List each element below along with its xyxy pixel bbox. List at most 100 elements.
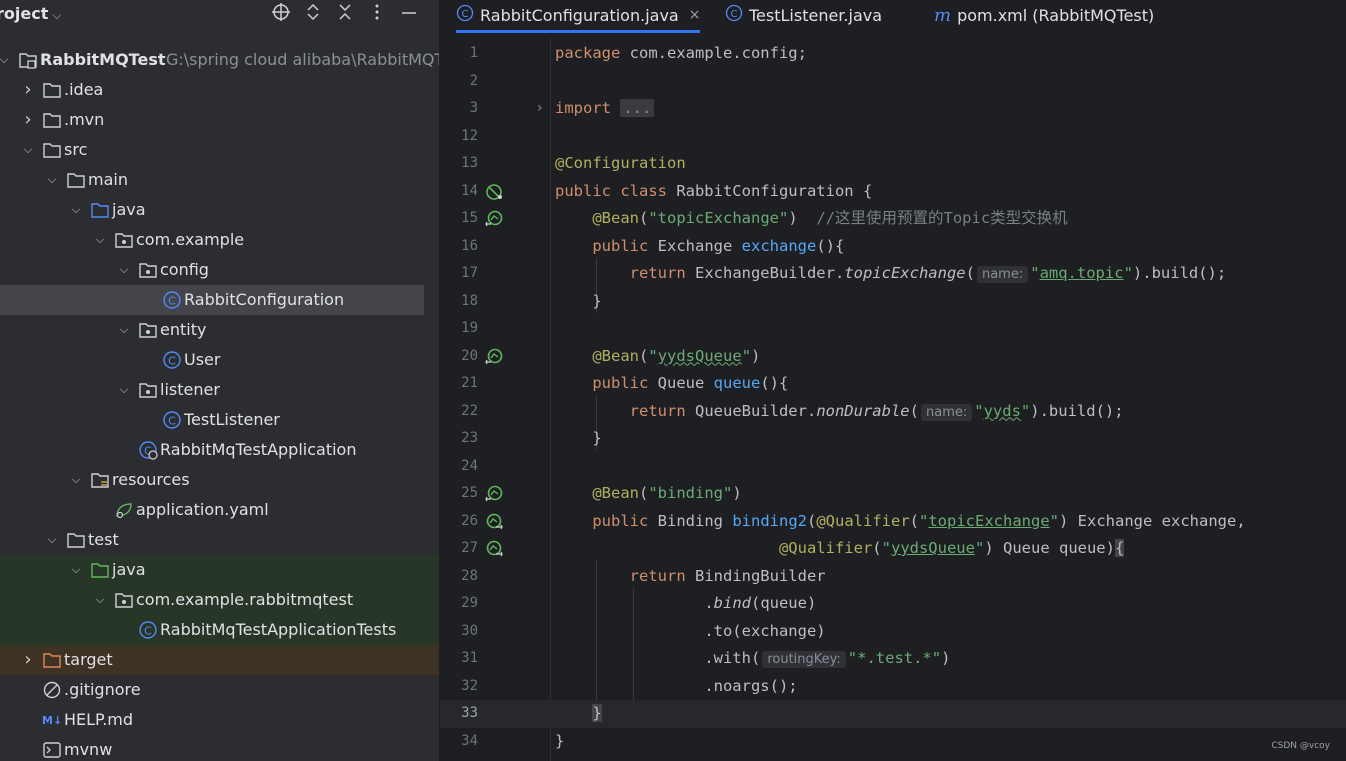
- chevron-down-icon[interactable]: ⌵: [69, 465, 83, 495]
- svg-text:C: C: [168, 355, 176, 368]
- chevron-down-icon[interactable]: ⌵: [117, 255, 131, 285]
- tree-item[interactable]: ⌵ config: [0, 255, 439, 285]
- minimize-icon[interactable]: [393, 2, 425, 28]
- chevron-down-icon[interactable]: ⌵: [69, 195, 83, 225]
- param-hint: name:: [976, 266, 1029, 283]
- more-options-icon[interactable]: [361, 2, 393, 28]
- code-line: 16 public Exchange exchange(){: [461, 236, 845, 255]
- tree-item-label: RabbitConfiguration: [184, 290, 345, 309]
- tree-item-label: test: [88, 530, 119, 549]
- param-hint: name:: [920, 403, 973, 421]
- code-line: 3 › import ...: [440, 95, 1346, 123]
- chevron-down-icon[interactable]: ⌵: [0, 45, 11, 75]
- tree-item-path: G:\spring cloud alibaba\RabbitMQT: [166, 50, 439, 69]
- tree-item[interactable]: ⌵ resources: [0, 465, 439, 495]
- chevron-down-icon[interactable]: ⌵: [117, 375, 131, 405]
- spring-bean-gutter-icon[interactable]: [485, 513, 503, 531]
- tree-item-label: java: [112, 560, 146, 579]
- resources-folder-icon: [90, 470, 110, 490]
- tree-item[interactable]: ⌵ java: [0, 555, 439, 585]
- chevron-down-icon[interactable]: ⌵: [117, 315, 131, 345]
- tree-item-label: com.example: [136, 230, 245, 249]
- code-line: 12: [461, 127, 478, 144]
- tree-item[interactable]: › .mvn: [0, 105, 439, 135]
- chevron-down-icon[interactable]: ⌵: [45, 165, 59, 195]
- tree-item[interactable]: .gitignore: [0, 675, 439, 705]
- module-icon: [18, 50, 38, 70]
- tree-item-label: target: [64, 650, 113, 669]
- svg-text:C: C: [731, 9, 738, 20]
- project-toolbar: [265, 2, 425, 28]
- code-line: 18 }: [461, 291, 602, 310]
- tree-item[interactable]: C RabbitConfiguration: [0, 285, 424, 315]
- folder-icon: [42, 110, 62, 130]
- tree-item[interactable]: C User: [0, 345, 439, 375]
- tree-item[interactable]: C RabbitMqTestApplicationTests: [0, 615, 439, 645]
- tab-pom-xml[interactable]: m pom.xml (RabbitMQTest): [934, 0, 1154, 30]
- chevron-right-icon[interactable]: ›: [21, 75, 35, 105]
- chevron-down-icon[interactable]: ⌵: [93, 225, 107, 255]
- crosshair-icon[interactable]: [265, 2, 297, 28]
- tree-item[interactable]: ⌵ main: [0, 165, 439, 195]
- code-line: 21 public Queue queue(){: [461, 374, 789, 392]
- tree-item-label: java: [112, 200, 146, 219]
- folder-icon: [42, 80, 62, 100]
- chevron-right-icon[interactable]: ›: [21, 645, 35, 675]
- tree-item[interactable]: M↓ HELP.md: [0, 705, 439, 735]
- code-area[interactable]: 1 package com.example.config; 2 3 › import …: [440, 38, 1346, 761]
- code-line: 13 @Configuration: [461, 154, 686, 172]
- tree-item-label: .gitignore: [64, 680, 141, 699]
- package-icon: [138, 320, 158, 340]
- tree-item[interactable]: ⌵ RabbitMQTest G:\spring cloud alibaba\Rab…: [0, 45, 439, 75]
- close-icon[interactable]: ×: [689, 7, 701, 23]
- spring-bean-gutter-icon[interactable]: [485, 540, 503, 558]
- svg-text:C: C: [168, 415, 176, 428]
- tree-item-label: listener: [160, 380, 220, 399]
- tree-item[interactable]: ⌵ test: [0, 525, 439, 555]
- tree-item[interactable]: ⌵ listener: [0, 375, 439, 405]
- spring-bean-gutter-icon[interactable]: [485, 485, 503, 503]
- tree-item[interactable]: › .idea: [0, 75, 439, 105]
- chevron-down-icon[interactable]: ⌵: [69, 555, 83, 585]
- tree-item[interactable]: C TestListener: [0, 405, 439, 435]
- code-line: 26 public Binding binding2(@Qualifier("t…: [461, 511, 1246, 531]
- chevron-down-icon[interactable]: ⌵: [21, 135, 35, 165]
- tab-test-listener[interactable]: C TestListener.java: [725, 0, 882, 30]
- svg-text:C: C: [462, 9, 469, 20]
- tree-item-label: RabbitMqTestApplication: [160, 440, 357, 459]
- code-line: 29 .bind(queue): [461, 594, 817, 612]
- code-line: 24: [461, 457, 478, 474]
- tree-item[interactable]: ⌵ com.example.rabbitmqtest: [0, 585, 439, 615]
- chevron-right-icon[interactable]: ›: [21, 105, 35, 135]
- tree-item-label: RabbitMqTestApplicationTests: [160, 620, 397, 639]
- class-icon: C: [162, 290, 182, 310]
- tree-item-label: resources: [112, 470, 190, 489]
- code-line: 25 @Bean("binding"): [461, 484, 742, 503]
- project-view-selector[interactable]: roject ⌵: [0, 4, 61, 23]
- tree-item[interactable]: application.yaml: [0, 495, 439, 525]
- svg-text:M↓: M↓: [42, 714, 62, 727]
- code-line: 1 package com.example.config;: [469, 44, 807, 62]
- fold-expand-icon[interactable]: ›: [537, 95, 543, 123]
- spring-bean-gutter-icon[interactable]: [485, 210, 503, 228]
- tree-item-label: com.example.rabbitmqtest: [136, 590, 354, 609]
- tree-item[interactable]: ⌵ com.example: [0, 225, 439, 255]
- tree-item[interactable]: mvnw: [0, 735, 439, 761]
- chevron-down-icon[interactable]: ⌵: [93, 585, 107, 615]
- maven-icon: m: [934, 4, 952, 26]
- collapse-all-icon[interactable]: [329, 2, 361, 28]
- class-icon: C: [456, 4, 474, 26]
- tree-item[interactable]: ⌵ java: [0, 195, 439, 225]
- package-icon: [114, 590, 134, 610]
- spring-bean-gutter-icon[interactable]: [485, 348, 503, 366]
- tab-rabbit-configuration[interactable]: C RabbitConfiguration.java ×: [456, 0, 701, 33]
- chevron-down-icon[interactable]: ⌵: [52, 8, 61, 22]
- chevron-down-icon[interactable]: ⌵: [45, 525, 59, 555]
- tree-item[interactable]: ⌵ entity: [0, 315, 439, 345]
- tree-item[interactable]: › target: [0, 645, 439, 675]
- tree-item[interactable]: C RabbitMqTestApplication: [0, 435, 439, 465]
- spring-bean-gutter-icon[interactable]: [485, 183, 503, 201]
- tree-item[interactable]: ⌵ src: [0, 135, 439, 165]
- expand-all-icon[interactable]: [297, 2, 329, 28]
- folded-imports[interactable]: ...: [620, 99, 655, 117]
